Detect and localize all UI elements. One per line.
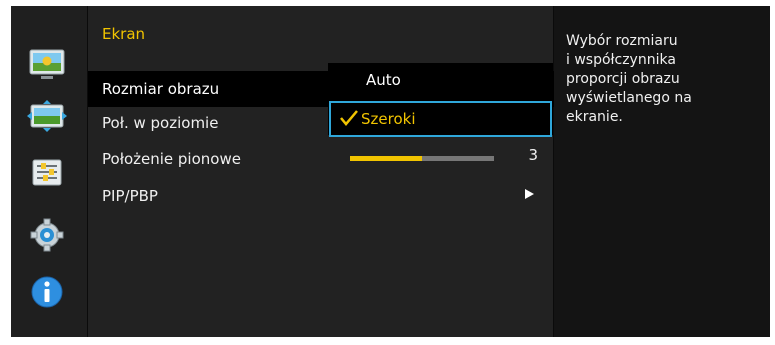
help-line: wyświetlanego na xyxy=(566,90,692,106)
menu-item-picture-size[interactable]: Rozmiar obrazu xyxy=(102,73,219,105)
menu-item-pip-pbp[interactable]: PIP/PBP xyxy=(102,180,158,212)
v-position-slider-fill xyxy=(350,156,422,161)
help-line: proporcji obrazu xyxy=(566,71,680,87)
category-rail xyxy=(11,6,87,337)
help-line: ekranie. xyxy=(566,109,623,125)
option-wide-label: Szeroki xyxy=(361,110,416,128)
option-wide[interactable]: Szeroki xyxy=(329,101,552,137)
menu-item-v-position[interactable]: Położenie pionowe xyxy=(102,143,241,175)
checkmark-icon xyxy=(340,110,358,126)
help-text: Wybór rozmiaru i współczynnika proporcji… xyxy=(566,32,761,127)
picture-icon[interactable] xyxy=(23,41,71,89)
v-position-slider[interactable] xyxy=(350,156,494,161)
chevron-right-icon xyxy=(525,189,534,199)
v-position-value: 3 xyxy=(528,146,538,164)
page-title: Ekran xyxy=(102,25,146,43)
system-settings-icon[interactable] xyxy=(23,149,71,197)
info-icon[interactable] xyxy=(23,268,71,316)
menu-panel: Ekran Rozmiar obrazu Poł. w poziomie Poł… xyxy=(87,6,555,337)
option-auto-label: Auto xyxy=(366,71,401,89)
gear-icon[interactable] xyxy=(23,211,71,259)
help-panel: Wybór rozmiaru i współczynnika proporcji… xyxy=(554,6,770,337)
help-line: i współczynnika xyxy=(566,52,676,68)
menu-item-h-position[interactable]: Poł. w poziomie xyxy=(102,107,218,139)
osd-menu: Ekran Rozmiar obrazu Poł. w poziomie Poł… xyxy=(11,6,770,337)
picture-size-dropdown: Auto Szeroki xyxy=(328,63,553,137)
onscreen-display-icon[interactable] xyxy=(23,93,71,141)
option-auto[interactable]: Auto xyxy=(328,63,553,97)
help-line: Wybór rozmiaru xyxy=(566,33,678,49)
